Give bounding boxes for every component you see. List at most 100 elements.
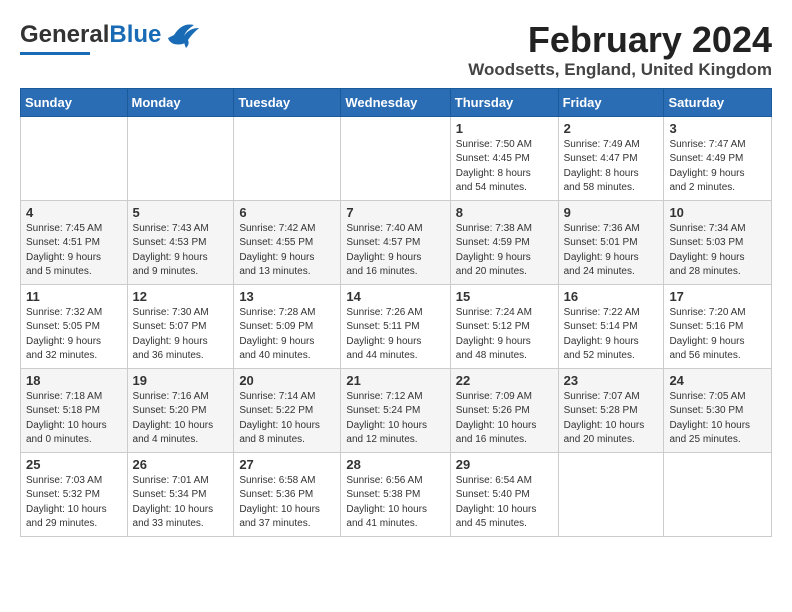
day-number: 11 xyxy=(26,289,122,304)
day-number: 17 xyxy=(669,289,766,304)
calendar-week-row: 11 Sunrise: 7:32 AMSunset: 5:05 PMDayligh… xyxy=(21,284,772,368)
table-row xyxy=(558,452,664,536)
table-row: 15Sunrise: 7:24 AMSunset: 5:12 PMDayligh… xyxy=(450,284,558,368)
day-info: Sunrise: 7:12 AMSunset: 5:24 PMDaylight:… xyxy=(346,390,444,448)
day-info: Sunrise: 7:40 AMSunset: 4:57 PMDaylight:… xyxy=(346,222,444,280)
day-info: Sunrise: 7:05 AMSunset: 5:30 PMDaylight:… xyxy=(669,390,766,448)
day-info: Sunrise: 7:45 AMSunset: 4:51 PMDaylight:… xyxy=(26,222,122,280)
col-sunday: Sunday xyxy=(21,88,128,116)
day-number: 8 xyxy=(456,205,553,220)
day-info: Sunrise: 7:30 AMSunset: 5:07 PMDaylight:… xyxy=(133,306,229,364)
day-info: Sunrise: 7:18 AMSunset: 5:18 PMDaylight:… xyxy=(26,390,122,448)
table-row xyxy=(341,116,450,200)
table-row xyxy=(21,116,128,200)
table-row xyxy=(127,116,234,200)
day-info: Sunrise: 7:47 AMSunset: 4:49 PMDaylight:… xyxy=(669,138,766,196)
table-row: 7Sunrise: 7:40 AMSunset: 4:57 PMDaylight… xyxy=(341,200,450,284)
table-row: 26Sunrise: 7:01 AMSunset: 5:34 PMDayligh… xyxy=(127,452,234,536)
calendar-week-row: 25 Sunrise: 7:03 AMSunset: 5:32 PMDayligh… xyxy=(21,452,772,536)
col-thursday: Thursday xyxy=(450,88,558,116)
table-row: 18 Sunrise: 7:18 AMSunset: 5:18 PMDayligh… xyxy=(21,368,128,452)
table-row: 29Sunrise: 6:54 AMSunset: 5:40 PMDayligh… xyxy=(450,452,558,536)
table-row xyxy=(664,452,772,536)
table-row: 3 Sunrise: 7:47 AMSunset: 4:49 PMDaylight… xyxy=(664,116,772,200)
day-number: 27 xyxy=(239,457,335,472)
calendar-week-row: 1Sunrise: 7:50 AMSunset: 4:45 PMDaylight… xyxy=(21,116,772,200)
day-number: 24 xyxy=(669,373,766,388)
day-number: 15 xyxy=(456,289,553,304)
col-tuesday: Tuesday xyxy=(234,88,341,116)
table-row: 27Sunrise: 6:58 AMSunset: 5:36 PMDayligh… xyxy=(234,452,341,536)
day-number: 29 xyxy=(456,457,553,472)
table-row: 24 Sunrise: 7:05 AMSunset: 5:30 PMDayligh… xyxy=(664,368,772,452)
day-number: 1 xyxy=(456,121,553,136)
day-info: Sunrise: 7:34 AMSunset: 5:03 PMDaylight:… xyxy=(669,222,766,280)
header: GeneralBlue February 2024 Woodsetts, Eng… xyxy=(20,20,772,80)
table-row: 4 Sunrise: 7:45 AMSunset: 4:51 PMDaylight… xyxy=(21,200,128,284)
day-info: Sunrise: 7:32 AMSunset: 5:05 PMDaylight:… xyxy=(26,306,122,364)
table-row: 21 Sunrise: 7:12 AMSunset: 5:24 PMDayligh… xyxy=(341,368,450,452)
day-number: 4 xyxy=(26,205,122,220)
location-title: Woodsetts, England, United Kingdom xyxy=(468,60,772,80)
calendar-table: Sunday Monday Tuesday Wednesday Thursday… xyxy=(20,88,772,537)
table-row: 23 Sunrise: 7:07 AMSunset: 5:28 PMDayligh… xyxy=(558,368,664,452)
day-number: 26 xyxy=(133,457,229,472)
day-info: Sunrise: 6:56 AMSunset: 5:38 PMDaylight:… xyxy=(346,474,444,532)
table-row: 13Sunrise: 7:28 AMSunset: 5:09 PMDayligh… xyxy=(234,284,341,368)
table-row: 28 Sunrise: 6:56 AMSunset: 5:38 PMDayligh… xyxy=(341,452,450,536)
logo-text: GeneralBlue xyxy=(20,23,161,47)
table-row: 2Sunrise: 7:49 AMSunset: 4:47 PMDaylight… xyxy=(558,116,664,200)
table-row: 1Sunrise: 7:50 AMSunset: 4:45 PMDaylight… xyxy=(450,116,558,200)
day-number: 2 xyxy=(564,121,659,136)
day-number: 23 xyxy=(564,373,659,388)
day-info: Sunrise: 7:07 AMSunset: 5:28 PMDaylight:… xyxy=(564,390,659,448)
table-row: 22 Sunrise: 7:09 AMSunset: 5:26 PMDayligh… xyxy=(450,368,558,452)
day-number: 25 xyxy=(26,457,122,472)
table-row: 17 Sunrise: 7:20 AMSunset: 5:16 PMDayligh… xyxy=(664,284,772,368)
month-title: February 2024 xyxy=(468,20,772,60)
logo-general: General xyxy=(20,21,109,48)
table-row: 25 Sunrise: 7:03 AMSunset: 5:32 PMDayligh… xyxy=(21,452,128,536)
table-row: 9 Sunrise: 7:36 AMSunset: 5:01 PMDaylight… xyxy=(558,200,664,284)
day-info: Sunrise: 7:03 AMSunset: 5:32 PMDaylight:… xyxy=(26,474,122,532)
day-number: 19 xyxy=(133,373,229,388)
table-row: 11 Sunrise: 7:32 AMSunset: 5:05 PMDayligh… xyxy=(21,284,128,368)
col-friday: Friday xyxy=(558,88,664,116)
calendar-week-row: 18 Sunrise: 7:18 AMSunset: 5:18 PMDayligh… xyxy=(21,368,772,452)
day-number: 16 xyxy=(564,289,659,304)
table-row xyxy=(234,116,341,200)
day-info: Sunrise: 7:20 AMSunset: 5:16 PMDaylight:… xyxy=(669,306,766,364)
col-monday: Monday xyxy=(127,88,234,116)
day-number: 18 xyxy=(26,373,122,388)
logo-blue: Blue xyxy=(109,21,161,48)
col-saturday: Saturday xyxy=(664,88,772,116)
day-number: 28 xyxy=(346,457,444,472)
calendar-header-row: Sunday Monday Tuesday Wednesday Thursday… xyxy=(21,88,772,116)
table-row: 10 Sunrise: 7:34 AMSunset: 5:03 PMDayligh… xyxy=(664,200,772,284)
day-number: 22 xyxy=(456,373,553,388)
day-number: 6 xyxy=(239,205,335,220)
day-info: Sunrise: 7:42 AMSunset: 4:55 PMDaylight:… xyxy=(239,222,335,280)
day-number: 13 xyxy=(239,289,335,304)
logo-bird-icon xyxy=(164,20,202,50)
day-number: 21 xyxy=(346,373,444,388)
day-info: Sunrise: 7:26 AMSunset: 5:11 PMDaylight:… xyxy=(346,306,444,364)
day-number: 3 xyxy=(669,121,766,136)
day-number: 12 xyxy=(133,289,229,304)
day-number: 9 xyxy=(564,205,659,220)
day-info: Sunrise: 7:36 AMSunset: 5:01 PMDaylight:… xyxy=(564,222,659,280)
table-row: 5Sunrise: 7:43 AMSunset: 4:53 PMDaylight… xyxy=(127,200,234,284)
logo-underline xyxy=(20,52,90,55)
day-info: Sunrise: 7:16 AMSunset: 5:20 PMDaylight:… xyxy=(133,390,229,448)
table-row: 6 Sunrise: 7:42 AMSunset: 4:55 PMDaylight… xyxy=(234,200,341,284)
table-row: 20Sunrise: 7:14 AMSunset: 5:22 PMDayligh… xyxy=(234,368,341,452)
table-row: 12 Sunrise: 7:30 AMSunset: 5:07 PMDayligh… xyxy=(127,284,234,368)
page: GeneralBlue February 2024 Woodsetts, Eng… xyxy=(0,0,792,547)
title-block: February 2024 Woodsetts, England, United… xyxy=(468,20,772,80)
logo-icon: GeneralBlue xyxy=(20,20,202,50)
day-number: 14 xyxy=(346,289,444,304)
day-number: 10 xyxy=(669,205,766,220)
table-row: 19 Sunrise: 7:16 AMSunset: 5:20 PMDayligh… xyxy=(127,368,234,452)
day-info: Sunrise: 7:14 AMSunset: 5:22 PMDaylight:… xyxy=(239,390,335,448)
day-info: Sunrise: 7:09 AMSunset: 5:26 PMDaylight:… xyxy=(456,390,553,448)
